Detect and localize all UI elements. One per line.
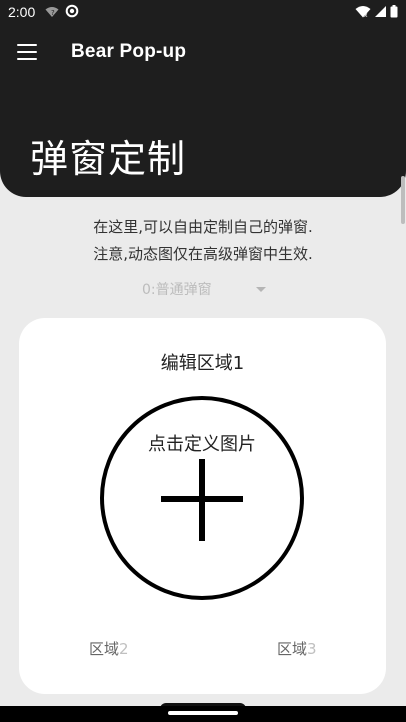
popup-type-dropdown[interactable]: 0:普通弹窗 [120,278,290,300]
svg-text:x: x [364,12,368,18]
page-title: 弹窗定制 [30,137,187,181]
wifi-icon: x [355,3,371,22]
area-3-link[interactable]: 区域3 [277,638,317,659]
description-line-1: 在这里,可以自由定制自己的弹窗. [93,218,313,236]
navigation-bar [0,706,406,722]
editor-card: 编辑区域1 点击定义图片 区域2 区域3 [19,318,386,694]
home-gesture-handle[interactable] [168,711,238,715]
description-line-2: 注意,动态图仅在高级弹窗中生效. [93,245,313,263]
wifi-question-icon: ? [45,3,59,22]
dropdown-arrow-icon [256,286,266,292]
area-3-number: 3 [307,640,317,658]
define-image-label: 点击定义图片 [148,434,256,455]
area-2-number: 2 [119,640,129,658]
battery-icon [390,3,398,22]
signal-icon [374,3,387,22]
plus-icon [161,459,243,541]
data-saver-icon [65,3,79,22]
define-image-button[interactable]: 点击定义图片 [100,396,304,600]
svg-text:?: ? [51,9,55,17]
area-title: 编辑区域1 [160,353,245,374]
menu-icon [17,44,37,60]
toolbar: Bear Pop-up [0,32,406,72]
dropdown-selected-value: 0:普通弹窗 [142,282,212,298]
menu-button[interactable] [0,32,56,72]
app-title: Bear Pop-up [71,41,187,62]
area-2-link[interactable]: 区域2 [89,638,129,659]
status-time: 2:00 [8,4,36,20]
header-banner: 2:00 ? x Bear Pop-up 弹窗定制 [0,0,406,197]
area-3-label: 区域 [277,640,308,658]
status-bar: 2:00 ? x [0,0,406,24]
area-2-label: 区域 [89,640,120,658]
